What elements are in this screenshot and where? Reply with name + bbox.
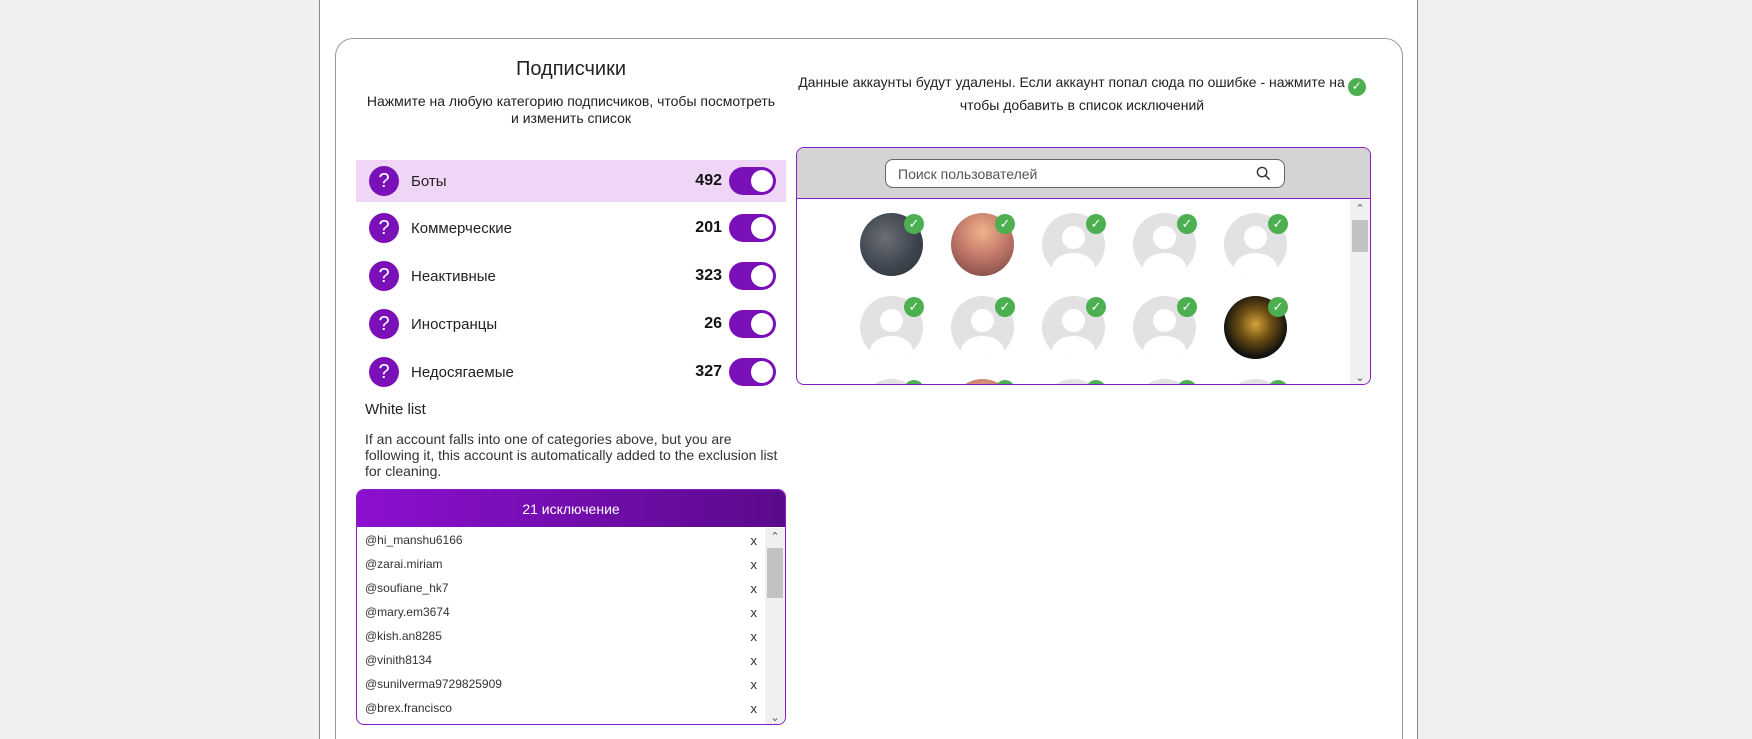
exclusion-username: @zarai.miriam <box>365 557 443 571</box>
scrollbar-thumb[interactable] <box>1352 220 1368 252</box>
exclusion-list-header: 21 исключение <box>357 490 785 527</box>
check-icon[interactable]: ✓ <box>904 297 924 317</box>
category-label: Иностранцы <box>411 315 498 333</box>
list-item: @hi_manshu6166 x <box>357 528 765 552</box>
list-item: @vinith8134 x <box>357 648 765 672</box>
users-scrollbar[interactable]: ⌃ ⌄ <box>1350 200 1370 384</box>
category-label: Коммерческие <box>411 219 513 237</box>
close-icon[interactable]: x <box>751 701 758 716</box>
list-item: @zarai.miriam x <box>357 552 765 576</box>
whitelist-title: White list <box>365 401 426 418</box>
list-item: @sunilverma9729825909 x <box>357 672 765 696</box>
check-icon[interactable]: ✓ <box>1268 297 1288 317</box>
check-icon[interactable]: ✓ <box>1086 214 1106 234</box>
category-bots[interactable]: ? Боты 492 <box>356 160 786 202</box>
check-icon[interactable]: ✓ <box>995 380 1015 384</box>
close-icon[interactable]: x <box>751 533 758 548</box>
check-icon[interactable]: ✓ <box>1268 214 1288 234</box>
close-icon[interactable]: x <box>751 605 758 620</box>
followers-subtitle: Нажмите на любую категорию подписчиков, … <box>366 93 776 126</box>
chevron-up-icon[interactable]: ⌃ <box>765 528 785 544</box>
question-icon[interactable]: ? <box>369 357 399 387</box>
exclusion-username: @kish.an8285 <box>365 629 442 643</box>
deletion-note-line2: чтобы добавить в список исключений <box>959 96 1205 113</box>
category-count: 26 <box>704 315 722 332</box>
search-input[interactable] <box>885 159 1285 188</box>
category-toggle[interactable] <box>729 262 776 290</box>
list-item: @brex.francisco x <box>357 696 765 720</box>
question-icon[interactable]: ? <box>369 213 399 243</box>
category-label: Неактивные <box>411 267 496 285</box>
check-icon[interactable]: ✓ <box>904 380 924 384</box>
category-count: 492 <box>695 172 722 189</box>
list-item: @mary.em3674 x <box>357 600 765 624</box>
close-icon[interactable]: x <box>751 557 758 572</box>
chevron-up-icon[interactable]: ⌃ <box>1350 200 1370 216</box>
exclusion-username: @vinith8134 <box>365 653 432 667</box>
list-item: @soufiane_hk7 x <box>357 576 765 600</box>
exclusion-username: @soufiane_hk7 <box>365 581 449 595</box>
question-icon[interactable]: ? <box>369 261 399 291</box>
question-icon[interactable]: ? <box>369 309 399 339</box>
check-icon[interactable]: ✓ <box>995 214 1015 234</box>
close-icon[interactable]: x <box>751 677 758 692</box>
category-label: Недосягаемые <box>411 363 514 381</box>
category-commercial[interactable]: ? Коммерческие 201 <box>356 207 786 249</box>
category-toggle[interactable] <box>729 214 776 242</box>
close-icon[interactable]: x <box>751 629 758 644</box>
check-icon[interactable]: ✓ <box>1177 297 1197 317</box>
category-unreachable[interactable]: ? Недосягаемые 327 <box>356 351 786 393</box>
exclusion-list: @hi_manshu6166 x @zarai.miriam x @soufia… <box>357 528 765 720</box>
exclusion-scrollbar[interactable]: ⌃ ⌄ <box>765 528 785 724</box>
whitelist-description: If an account falls into one of categori… <box>365 431 778 479</box>
search-icon[interactable] <box>1256 166 1271 181</box>
chevron-down-icon[interactable]: ⌄ <box>765 709 785 724</box>
category-count: 327 <box>695 363 722 380</box>
chevron-down-icon[interactable]: ⌄ <box>1350 369 1370 384</box>
check-icon[interactable]: ✓ <box>904 214 924 234</box>
exclusion-username: @hi_manshu6166 <box>365 533 463 547</box>
category-toggle[interactable] <box>729 310 776 338</box>
users-search-bar <box>797 148 1370 199</box>
check-icon[interactable]: ✓ <box>1177 214 1197 234</box>
question-icon[interactable]: ? <box>369 166 399 196</box>
exclusion-list-panel: 21 исключение @hi_manshu6166 x @zarai.mi… <box>356 489 786 725</box>
category-count: 201 <box>695 219 722 236</box>
category-toggle[interactable] <box>729 358 776 386</box>
check-icon: ✓ <box>1347 77 1366 96</box>
check-icon[interactable]: ✓ <box>1086 380 1106 384</box>
exclusion-username: @brex.francisco <box>365 701 452 715</box>
category-label: Боты <box>411 172 447 190</box>
check-icon[interactable]: ✓ <box>1086 297 1106 317</box>
category-inactive[interactable]: ? Неактивные 323 <box>356 255 786 297</box>
close-icon[interactable]: x <box>751 653 758 668</box>
exclusion-username: @mary.em3674 <box>365 605 450 619</box>
check-icon[interactable]: ✓ <box>1268 380 1288 384</box>
check-icon[interactable]: ✓ <box>1177 380 1197 384</box>
followers-title: Подписчики <box>515 58 627 80</box>
scrollbar-thumb[interactable] <box>767 548 783 598</box>
category-count: 323 <box>695 267 722 284</box>
deletion-note: Данные аккаунты будут удалены. Если акка… <box>797 73 1367 115</box>
users-panel: ✓ ✓ ✓ ✓ ✓ ✓ ✓ ✓ ✓ ✓ ✓ ✓ ✓ ✓ ✓ ⌃ ⌄ <box>796 147 1371 385</box>
category-toggle[interactable] <box>729 167 776 195</box>
list-item: @kish.an8285 x <box>357 624 765 648</box>
category-foreigners[interactable]: ? Иностранцы 26 <box>356 303 786 345</box>
close-icon[interactable]: x <box>751 581 758 596</box>
check-icon[interactable]: ✓ <box>995 297 1015 317</box>
exclusion-username: @sunilverma9729825909 <box>365 677 502 691</box>
deletion-note-line1: Данные аккаунты будут удалены. Если акка… <box>798 74 1345 90</box>
